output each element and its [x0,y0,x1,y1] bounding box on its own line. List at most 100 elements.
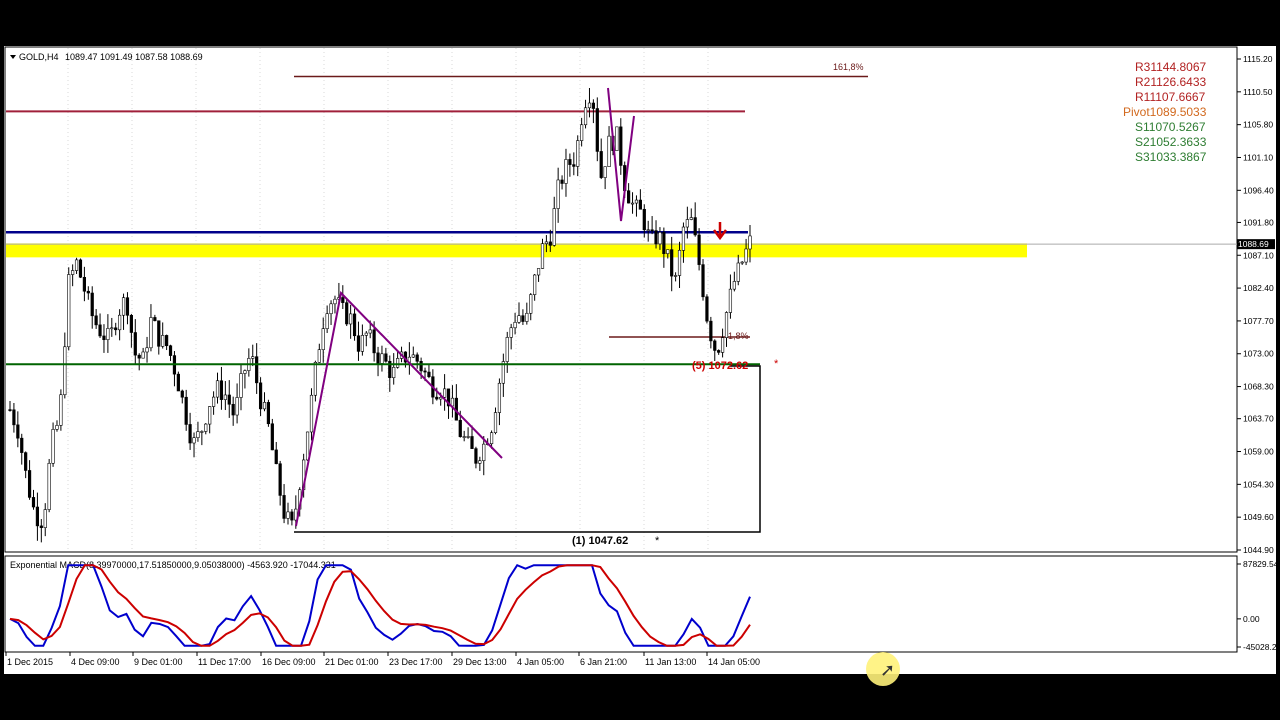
candle-body [744,248,748,263]
screen: GOLD,H4 1089.47 1091.49 1087.58 1088.69 … [0,0,1280,720]
time-tick-label: 21 Dec 01:00 [325,657,379,667]
candle-body [685,219,689,228]
candle-body [435,396,439,400]
candle-body [415,354,419,362]
candle-body [595,108,599,152]
pivot-r3: R31144.8067 [1135,60,1207,74]
candle-body [615,126,619,151]
candle-body [646,229,650,232]
candle-body [63,346,67,396]
macd-axis: 87829.54 0.00 -45028.26 [1237,559,1280,652]
candle-body [533,274,537,295]
candle-body [239,373,243,398]
candle-body [525,312,529,322]
candle-body [572,164,576,167]
candle-body [305,431,310,461]
candle-body [82,276,86,292]
candle-body [352,313,357,337]
candle-body [356,335,361,352]
candle-body [321,328,325,351]
candle-body [161,335,165,347]
candle-body [215,380,220,398]
candle-body [489,432,494,445]
candle-body [235,397,239,416]
candle-body [360,335,364,352]
candle-body [188,424,192,444]
price-tick-label: 1077.70 [1243,316,1274,326]
candle-body [47,462,51,510]
candle-body [529,294,533,314]
candle-body [110,327,114,330]
candle-body [165,335,169,347]
candle-body [697,234,701,265]
candle-body [634,199,639,204]
candle-body [423,370,427,373]
macd-label: Exponential MACD(8.39970000,17.51850000,… [10,560,336,570]
candle-body [345,302,349,325]
candle-body [619,126,623,166]
macd-tick-label: -45028.26 [1243,642,1276,652]
candle-body [341,297,345,303]
candle-body [603,166,607,178]
candle-body [270,423,274,451]
candle-body [157,320,161,347]
candle-body [27,470,32,498]
candle-body [329,303,333,315]
candle-body [505,337,509,362]
candle-body [176,373,180,392]
candle-body [411,354,415,358]
candle-body [180,390,184,398]
svg-text:1088.69: 1088.69 [1238,239,1269,249]
candle-body [129,314,133,333]
candle-body [705,296,709,322]
price-axis: 1115.20 1110.50 1105.80 1101.10 1096.40 1091.… [1237,54,1274,555]
candle-body [51,429,55,464]
candle-body [517,315,521,323]
candle-body [654,230,658,245]
candle-body [349,313,353,325]
candle-body [732,281,736,290]
candle-body [282,495,286,519]
candle-body [278,463,282,496]
pivot-s1: S11070.5267 [1135,120,1206,134]
candle-body [497,382,502,413]
candle-body [94,315,98,326]
candle-body [384,353,388,362]
candle-body [544,241,549,244]
time-tick-label: 11 Dec 17:00 [198,657,251,667]
candle-body [666,249,670,254]
chart-svg[interactable]: GOLD,H4 1089.47 1091.49 1087.58 1088.69 … [4,46,1280,674]
candle-body [8,409,12,411]
candle-body [74,259,79,271]
time-tick-label: 14 Jan 05:00 [708,657,760,667]
candle-body [262,402,267,410]
candle-body [474,448,478,464]
price-tick-label: 1115.20 [1243,54,1273,64]
candle-body [106,328,110,341]
candle-body [380,353,384,364]
time-tick-label: 16 Dec 09:00 [262,657,316,667]
candle-body [204,423,208,432]
candle-body [368,329,372,334]
price-tick-label: 1110.50 [1243,87,1273,97]
candle-body [396,358,400,368]
candle-body [458,419,462,437]
candle-body [223,394,227,400]
candle-body [39,525,43,528]
candle-body [548,241,552,246]
candle-body [560,179,564,184]
yellow-zone [6,243,1027,258]
fib-top-label: 161,8% [833,62,864,72]
candle-body [211,396,216,407]
candle-body [86,290,90,294]
candle-body [576,140,580,167]
candle-body [580,124,584,141]
wave5-label: (5) 1072.62 [692,360,748,372]
candle-body [443,388,447,398]
candle-body [317,349,321,363]
candle-body [251,356,255,359]
candle-body [630,202,635,205]
candle-body [748,235,752,250]
candle-body [591,102,595,109]
candle-body [568,159,572,165]
